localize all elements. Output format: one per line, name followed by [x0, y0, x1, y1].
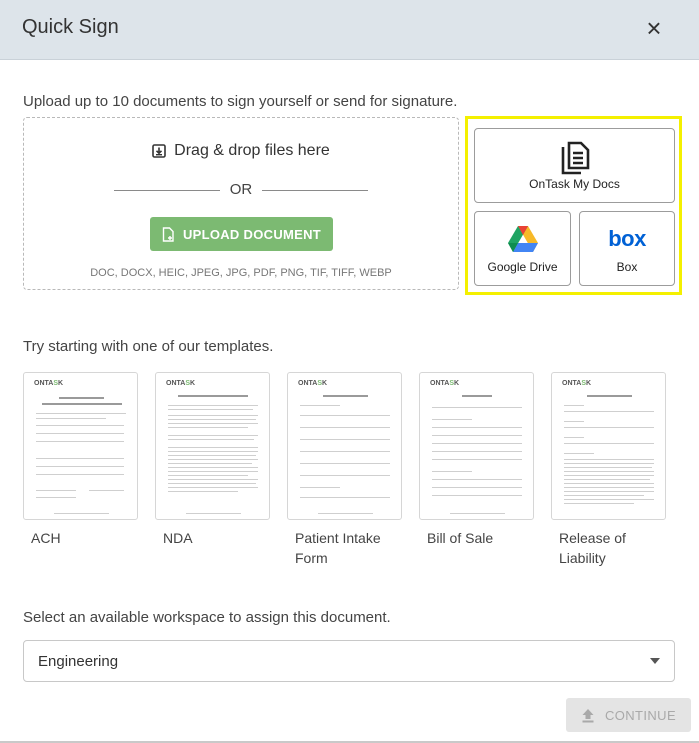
- template-ach-label: ACH: [31, 530, 61, 546]
- dialog-header: Quick Sign ×: [0, 0, 699, 60]
- caret-down-icon: [650, 658, 660, 664]
- google-drive-label: Google Drive: [487, 260, 558, 274]
- workspace-select[interactable]: Engineering: [23, 640, 675, 682]
- or-divider: OR: [114, 180, 368, 200]
- workspace-selected-value: Engineering: [38, 653, 119, 670]
- google-drive-icon: [508, 226, 538, 252]
- template-release-of-liability-card[interactable]: ONTASK: [551, 372, 666, 520]
- dialog-title: Quick Sign: [22, 16, 119, 38]
- box-label: Box: [616, 260, 638, 274]
- continue-button[interactable]: CONTINUE: [566, 698, 691, 732]
- template-bill-of-sale-label: Bill of Sale: [427, 530, 494, 546]
- continue-label: CONTINUE: [604, 707, 677, 723]
- template-nda-card[interactable]: ONTASK: [155, 372, 270, 520]
- template-release-of-liability-label: Release of Liability: [559, 530, 626, 566]
- close-icon[interactable]: ×: [641, 14, 667, 42]
- workspace-prompt: Select an available workspace to assign …: [23, 609, 391, 626]
- upload-document-button[interactable]: UPLOAD DOCUMENT: [150, 217, 333, 251]
- template-bill-of-sale-card[interactable]: ONTASK: [419, 372, 534, 520]
- file-dropzone[interactable]: Drag & drop files here OR UPLOAD DOCUMEN…: [23, 117, 459, 290]
- template-nda-label: NDA: [163, 530, 193, 546]
- add-file-icon: [162, 226, 174, 242]
- box-button[interactable]: box Box: [579, 211, 675, 286]
- ontask-logo-icon: ONTASK: [430, 380, 460, 387]
- accepted-file-types: DOC, DOCX, HEIC, JPEG, JPG, PDF, PNG, TI…: [90, 267, 392, 279]
- ontask-my-docs-button[interactable]: OnTask My Docs: [474, 128, 675, 203]
- upload-intro: Upload up to 10 documents to sign yourse…: [23, 93, 458, 110]
- ontask-logo-icon: ONTASK: [562, 380, 592, 387]
- drag-drop-row: Drag & drop files here: [24, 142, 458, 160]
- template-ach-card[interactable]: ONTASK: [23, 372, 138, 520]
- ontask-logo-icon: ONTASK: [166, 380, 196, 387]
- drag-drop-text: Drag & drop files here: [174, 142, 330, 159]
- download-box-icon: [152, 144, 166, 158]
- ontask-logo-icon: ONTASK: [34, 380, 64, 387]
- upload-arrow-icon: [582, 708, 594, 722]
- ontask-logo-icon: ONTASK: [298, 380, 328, 387]
- upload-document-label: UPLOAD DOCUMENT: [182, 226, 322, 242]
- template-patient-intake-card[interactable]: ONTASK: [287, 372, 402, 520]
- templates-heading: Try starting with one of our templates.: [23, 338, 274, 355]
- box-logo-icon: box: [608, 226, 646, 251]
- documents-icon: [561, 141, 590, 175]
- template-patient-intake-label: Patient Intake Form: [295, 530, 381, 566]
- google-drive-button[interactable]: Google Drive: [474, 211, 571, 286]
- ontask-my-docs-label: OnTask My Docs: [529, 177, 620, 191]
